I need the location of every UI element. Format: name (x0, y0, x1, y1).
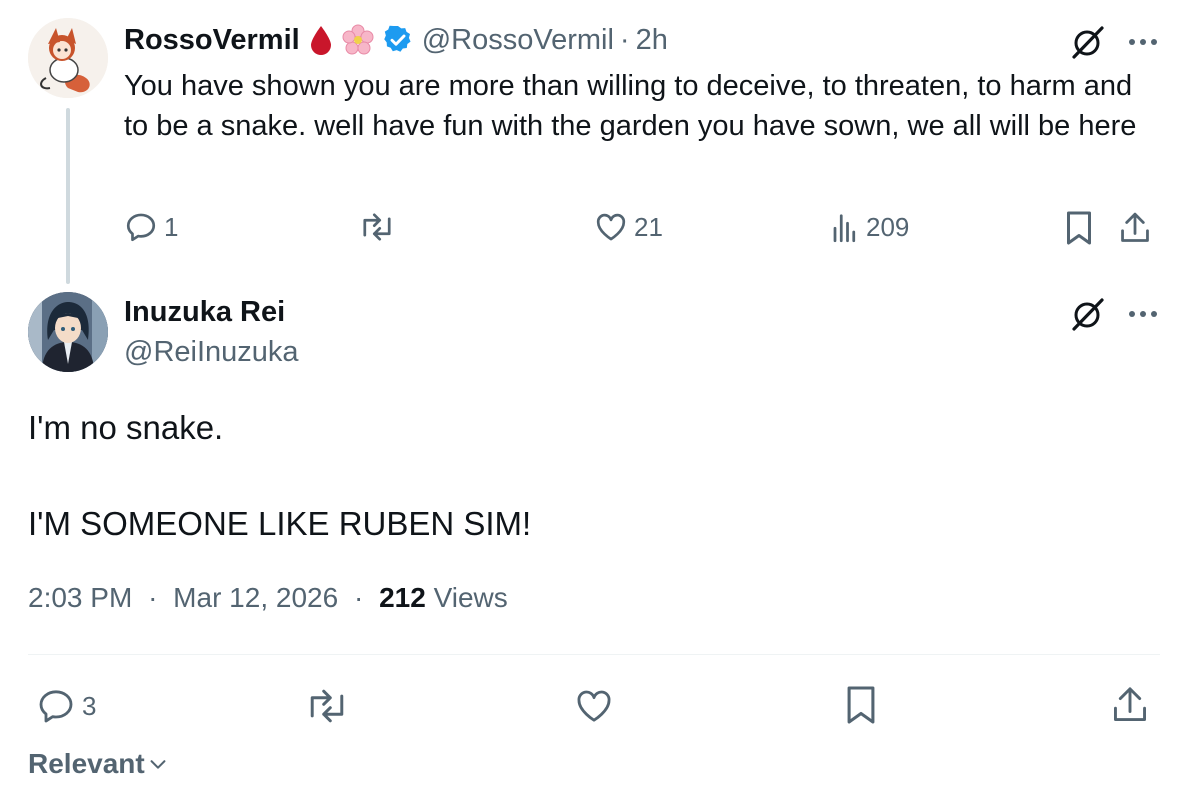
more-options-icon[interactable] (1128, 309, 1158, 319)
parent-top-actions (1070, 24, 1158, 60)
main-retweet-button[interactable] (304, 686, 350, 726)
main-display-name[interactable]: Inuzuka Rei (124, 296, 285, 329)
replies-sort-dropdown[interactable]: Relevant (28, 748, 169, 780)
main-tweet-line-1: I'm no snake. (28, 409, 224, 446)
parent-avatar[interactable] (28, 18, 108, 98)
retweet-icon (304, 686, 350, 726)
main-handle[interactable]: @ReiInuzuka (124, 336, 299, 369)
blood-drop-icon (308, 24, 334, 56)
reply-icon (36, 686, 76, 726)
parent-tweet-header: RossoVermil @RossoVermil · 2h (124, 20, 668, 60)
tweet-date[interactable]: Mar 12, 2026 (173, 582, 338, 613)
cherry-blossom-icon (342, 24, 374, 56)
grok-icon[interactable] (1070, 24, 1106, 60)
chevron-down-icon (147, 753, 169, 775)
main-tweet-line-2: I'M SOMEONE LIKE RUBEN SIM! (28, 505, 532, 542)
grok-icon[interactable] (1070, 296, 1106, 332)
parent-handle[interactable]: @RossoVermil (422, 24, 614, 57)
main-top-actions (1070, 296, 1158, 332)
meta-separator: · (148, 582, 158, 613)
parent-views-button[interactable]: 209 (830, 210, 909, 244)
tweet-time[interactable]: 2:03 PM (28, 582, 132, 613)
parent-retweet-button[interactable] (358, 210, 396, 244)
parent-views-count: 209 (866, 211, 910, 242)
action-bar-divider (28, 654, 1160, 655)
parent-reply-count: 1 (164, 211, 179, 242)
heart-icon (594, 210, 628, 244)
main-reply-count: 3 (82, 690, 97, 721)
heart-icon (574, 686, 614, 726)
parent-like-count: 21 (634, 211, 663, 242)
parent-timestamp[interactable]: 2h (636, 24, 668, 57)
parent-tweet-text: You have shown you are more than willing… (124, 70, 1137, 142)
main-like-button[interactable] (574, 686, 614, 726)
tweet-thread-view: RossoVermil @RossoVermil · 2h You have s… (0, 0, 1196, 800)
share-icon[interactable] (1118, 210, 1152, 246)
thread-connector-line (66, 108, 70, 284)
parent-like-button[interactable]: 21 (594, 210, 663, 244)
main-avatar[interactable] (28, 292, 108, 372)
verified-badge-icon[interactable] (382, 24, 414, 56)
parent-reply-button[interactable]: 1 (124, 210, 178, 244)
bookmark-icon (844, 684, 878, 726)
main-bookmark-button[interactable] (844, 684, 878, 726)
main-tweet-text: I'm no snake. I'M SOMEONE LIKE RUBEN SIM… (28, 404, 531, 596)
retweet-icon (358, 210, 396, 244)
main-reply-button[interactable]: 3 (36, 686, 96, 726)
main-tweet-meta: 2:03 PM · Mar 12, 2026 · 212 Views (28, 582, 508, 614)
bookmark-icon[interactable] (1064, 210, 1094, 246)
meta-separator: · (353, 582, 364, 613)
parent-share-actions (1064, 210, 1152, 246)
sort-label: Relevant (28, 748, 145, 779)
views-count: 212 (379, 582, 426, 613)
views-label: Views (433, 582, 508, 613)
analytics-icon (830, 210, 860, 244)
share-icon (1110, 684, 1150, 726)
main-share-button[interactable] (1110, 684, 1150, 726)
parent-display-name[interactable]: RossoVermil (124, 24, 300, 57)
more-options-icon[interactable] (1128, 37, 1158, 47)
parent-separator: · (619, 23, 630, 56)
reply-icon (124, 210, 158, 244)
